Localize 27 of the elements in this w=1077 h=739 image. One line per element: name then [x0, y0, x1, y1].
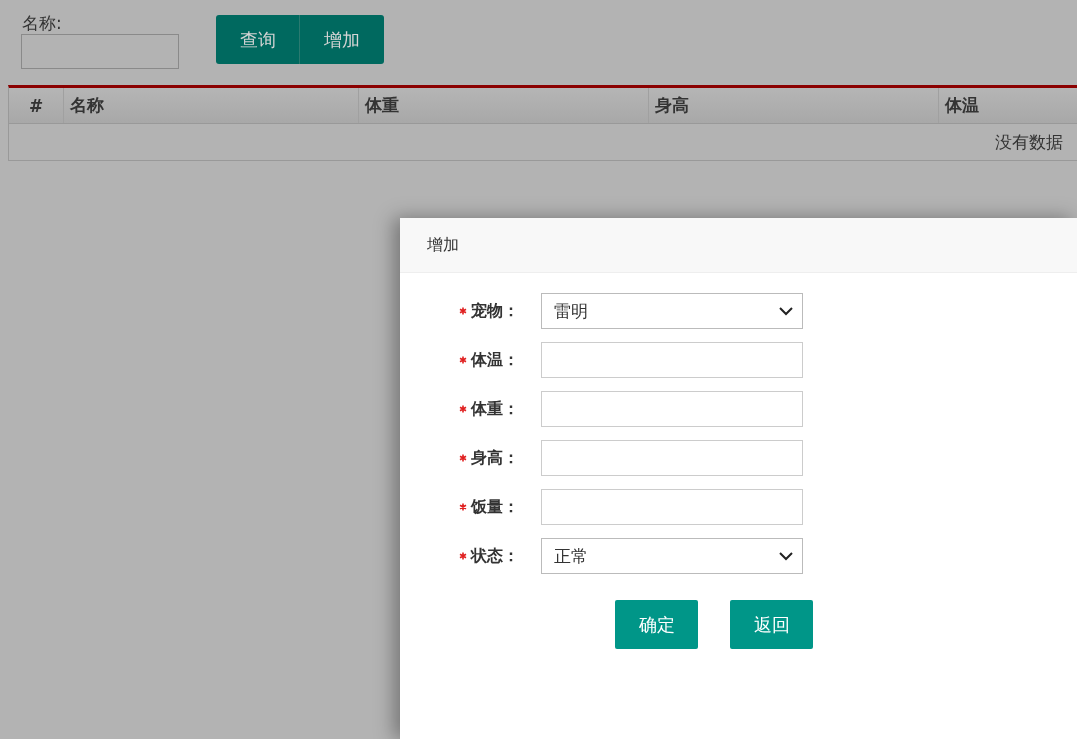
- column-header: 体温: [938, 88, 1077, 123]
- column-header: #: [27, 94, 45, 118]
- select-field[interactable]: 雷明: [541, 293, 803, 329]
- caret-icon: [778, 551, 794, 561]
- field-label: 体重：: [471, 398, 519, 420]
- column-header: 名称: [63, 88, 358, 123]
- field-label: 体温：: [471, 349, 519, 371]
- field-label: 饭量：: [471, 496, 519, 518]
- dialog-button[interactable]: 返回: [730, 600, 813, 649]
- search-label: 名称:: [21, 12, 63, 34]
- input-field[interactable]: [541, 391, 803, 427]
- toolbar-button[interactable]: 增加: [300, 15, 384, 64]
- column-header: 体重: [358, 88, 648, 123]
- empty-message: 没有数据: [995, 130, 1064, 154]
- dialog-button[interactable]: 确定: [615, 600, 698, 649]
- input-field[interactable]: [541, 489, 803, 525]
- input-field[interactable]: [541, 440, 803, 476]
- toolbar-button[interactable]: 查询: [216, 15, 300, 64]
- column-header: 身高: [648, 88, 938, 123]
- search-field[interactable]: [21, 34, 179, 69]
- caret-icon: [778, 306, 794, 316]
- dialog-title: 增加: [427, 234, 459, 256]
- input-field[interactable]: [541, 342, 803, 378]
- select-field[interactable]: 正常: [541, 538, 803, 574]
- field-label: 宠物：: [471, 300, 519, 322]
- field-label: 状态：: [471, 545, 519, 567]
- field-label: 身高：: [471, 447, 519, 469]
